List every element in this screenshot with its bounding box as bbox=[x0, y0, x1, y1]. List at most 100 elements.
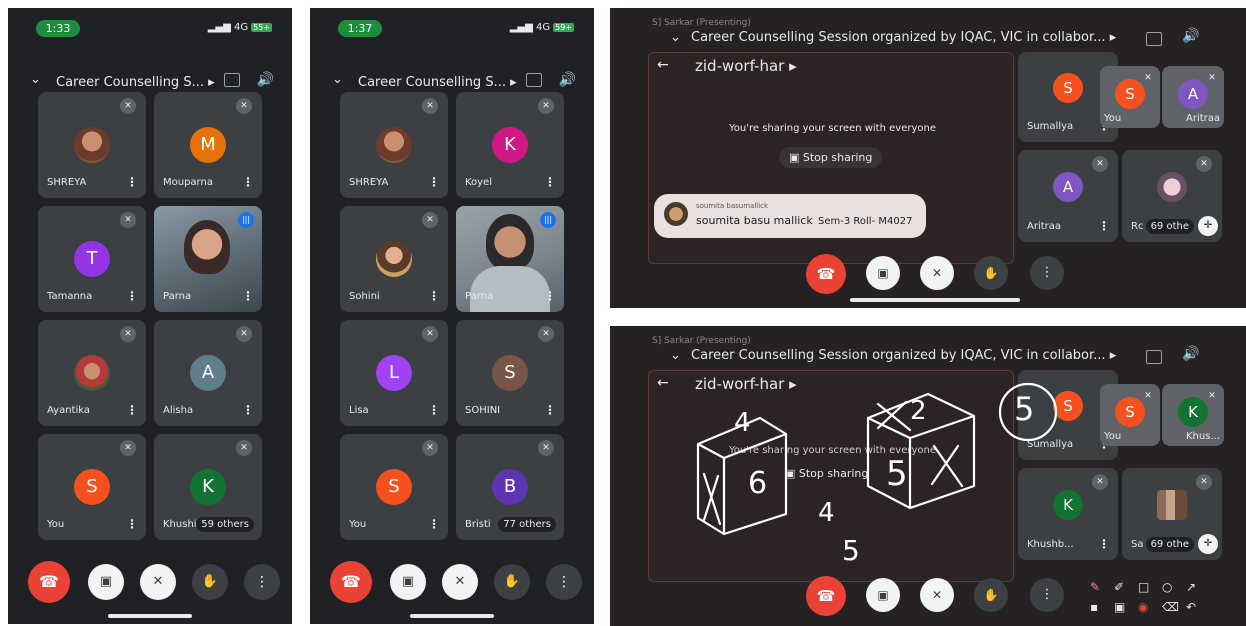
participant-tile[interactable]: ✕ K Khushi 59 others bbox=[154, 434, 262, 540]
end-call-button[interactable]: ☎ bbox=[806, 254, 846, 294]
mic-off-button[interactable]: ✕ bbox=[920, 256, 954, 290]
meeting-title[interactable]: Career Counselling Session organized by … bbox=[691, 30, 1106, 45]
landscape-screen-1: S] Sarkar (Presenting) ⌄ Career Counsell… bbox=[610, 8, 1246, 308]
pen-icon[interactable]: ✎ bbox=[1090, 580, 1100, 594]
circle-icon[interactable]: ○ bbox=[1162, 580, 1172, 594]
more-options-icon[interactable]: ⋮ bbox=[428, 175, 440, 189]
mic-off-icon: ✕ bbox=[1140, 70, 1156, 86]
more-options-icon[interactable]: ⋮ bbox=[126, 175, 138, 189]
participant-tile[interactable]: ✕ Rc 69 othe ✛ bbox=[1122, 150, 1222, 242]
clock: 1:33 bbox=[36, 20, 80, 37]
participant-tile[interactable]: ✕ A Alisha ⋮ bbox=[154, 320, 262, 426]
participant-tile[interactable]: ✕ B Bristi 77 others bbox=[456, 434, 564, 540]
more-options-button[interactable]: ⋮ bbox=[1030, 578, 1064, 612]
home-indicator[interactable] bbox=[850, 298, 1020, 302]
participant-name: Tamanna bbox=[47, 291, 93, 302]
more-options-icon[interactable]: ⋮ bbox=[544, 289, 556, 303]
participant-tile[interactable]: ✕ Sohini ⋮ bbox=[340, 206, 448, 312]
raise-hand-button[interactable]: ✋ bbox=[974, 578, 1008, 612]
select-icon[interactable]: ▪ bbox=[1090, 600, 1098, 614]
mic-off-icon: ✕ bbox=[422, 326, 438, 342]
participant-tile[interactable]: ✕ A Aritraa bbox=[1162, 66, 1224, 128]
color-icon[interactable]: ◉ bbox=[1138, 600, 1148, 614]
more-options-icon[interactable]: ⋮ bbox=[242, 289, 254, 303]
back-arrow-icon[interactable]: ← bbox=[657, 57, 669, 73]
more-options-icon[interactable]: ⋮ bbox=[126, 403, 138, 417]
home-indicator[interactable] bbox=[410, 614, 494, 618]
chevron-down-icon[interactable]: ⌄ bbox=[670, 30, 681, 45]
chat-notification[interactable]: soumita basumallick soumita basu mallick… bbox=[654, 194, 926, 238]
chevron-down-icon[interactable]: ⌄ bbox=[30, 72, 41, 87]
avatar: A bbox=[190, 355, 226, 391]
more-options-icon[interactable]: ⋮ bbox=[428, 289, 440, 303]
more-options-icon[interactable]: ⋮ bbox=[242, 175, 254, 189]
camera-off-button[interactable]: ▣ bbox=[866, 578, 900, 612]
participant-tile[interactable]: ✕ SHREYA ⋮ bbox=[38, 92, 146, 198]
switch-camera-icon[interactable] bbox=[1146, 32, 1162, 46]
stop-sharing-button[interactable]: ▣ Stop sharing bbox=[779, 147, 883, 168]
others-count[interactable]: 59 others bbox=[196, 517, 254, 532]
avatar-photo bbox=[74, 355, 110, 391]
participant-video-tile[interactable]: ||| Parna ⋮ bbox=[154, 206, 262, 312]
speaker-icon[interactable]: 🔊 bbox=[559, 72, 576, 88]
more-options-icon[interactable]: ⋮ bbox=[544, 175, 556, 189]
home-indicator[interactable] bbox=[108, 614, 192, 618]
speaker-icon[interactable]: 🔊 bbox=[257, 72, 274, 88]
participant-tile[interactable]: ✕ S You ⋮ bbox=[38, 434, 146, 540]
more-options-button[interactable]: ⋮ bbox=[244, 564, 280, 600]
avatar-photo bbox=[376, 127, 412, 163]
mic-off-button[interactable]: ✕ bbox=[140, 564, 176, 600]
chevron-down-icon[interactable]: ⌄ bbox=[332, 72, 343, 87]
more-options-button[interactable]: ⋮ bbox=[546, 564, 582, 600]
more-options-icon[interactable]: ⋮ bbox=[428, 517, 440, 531]
camera-icon[interactable]: ▣ bbox=[1114, 600, 1125, 614]
end-call-button[interactable]: ☎ bbox=[330, 561, 372, 603]
switch-camera-icon[interactable] bbox=[526, 73, 542, 87]
others-count[interactable]: 77 others bbox=[498, 517, 556, 532]
raise-hand-button[interactable]: ✋ bbox=[494, 564, 530, 600]
highlighter-icon[interactable]: ✐ bbox=[1114, 580, 1124, 594]
more-options-icon[interactable]: ⋮ bbox=[428, 403, 440, 417]
participant-tile[interactable]: ✕ SHREYA ⋮ bbox=[340, 92, 448, 198]
more-options-icon[interactable]: ⋮ bbox=[544, 403, 556, 417]
participant-name: Sohini bbox=[349, 291, 380, 302]
self-tile[interactable]: ✕ S You bbox=[1100, 66, 1160, 128]
signal-indicator: ▂▄▆ 4G 55+ bbox=[207, 22, 272, 33]
more-options-icon[interactable]: ⋮ bbox=[126, 517, 138, 531]
participant-tile[interactable]: ✕ A Aritraa ⋮ bbox=[1018, 150, 1118, 242]
mic-off-button[interactable]: ✕ bbox=[920, 578, 954, 612]
meeting-title[interactable]: Career Counselling S... ▸ bbox=[56, 75, 215, 90]
raise-hand-button[interactable]: ✋ bbox=[974, 256, 1008, 290]
camera-off-button[interactable]: ▣ bbox=[88, 564, 124, 600]
more-options-button[interactable]: ⋮ bbox=[1030, 256, 1064, 290]
meeting-title[interactable]: Career Counselling S... ▸ bbox=[358, 75, 517, 90]
participant-tile[interactable]: ✕ K Koyel ⋮ bbox=[456, 92, 564, 198]
participant-tile[interactable]: ✕ S You ⋮ bbox=[340, 434, 448, 540]
more-options-icon[interactable]: ⋮ bbox=[1098, 219, 1110, 233]
camera-off-button[interactable]: ▣ bbox=[390, 564, 426, 600]
speaker-icon[interactable]: 🔊 bbox=[1182, 28, 1199, 44]
expand-icon[interactable]: ✛ bbox=[1198, 216, 1218, 236]
participant-tile[interactable]: ✕ L Lisa ⋮ bbox=[340, 320, 448, 426]
participant-video-tile[interactable]: ||| Parna ⋮ bbox=[456, 206, 564, 312]
end-call-button[interactable]: ☎ bbox=[28, 561, 70, 603]
raise-hand-button[interactable]: ✋ bbox=[192, 564, 228, 600]
undo-icon[interactable]: ↶ bbox=[1186, 600, 1196, 614]
switch-camera-icon[interactable] bbox=[224, 73, 240, 87]
participant-tile[interactable]: ✕ M Mouparna ⋮ bbox=[154, 92, 262, 198]
drawn-digit: 4 bbox=[734, 408, 751, 438]
eraser-icon[interactable]: ⌫ bbox=[1162, 600, 1179, 614]
rectangle-icon[interactable]: □ bbox=[1138, 580, 1149, 594]
mic-off-button[interactable]: ✕ bbox=[442, 564, 478, 600]
arrow-icon[interactable]: ↗ bbox=[1186, 580, 1196, 594]
camera-off-button[interactable]: ▣ bbox=[866, 256, 900, 290]
avatar-photo bbox=[1157, 172, 1187, 202]
annotation-toolbar: ✎ ✐ □ ○ ↗ ▪ ▣ ◉ ⌫ ↶ bbox=[1086, 580, 1226, 620]
participant-tile[interactable]: ✕ T Tamanna ⋮ bbox=[38, 206, 146, 312]
more-options-icon[interactable]: ⋮ bbox=[126, 289, 138, 303]
participant-tile[interactable]: ✕ Ayantika ⋮ bbox=[38, 320, 146, 426]
others-count[interactable]: 69 othe bbox=[1145, 219, 1194, 234]
more-options-icon[interactable]: ⋮ bbox=[242, 403, 254, 417]
participant-tile[interactable]: ✕ S SOHINI ⋮ bbox=[456, 320, 564, 426]
end-call-button[interactable]: ☎ bbox=[806, 576, 846, 616]
